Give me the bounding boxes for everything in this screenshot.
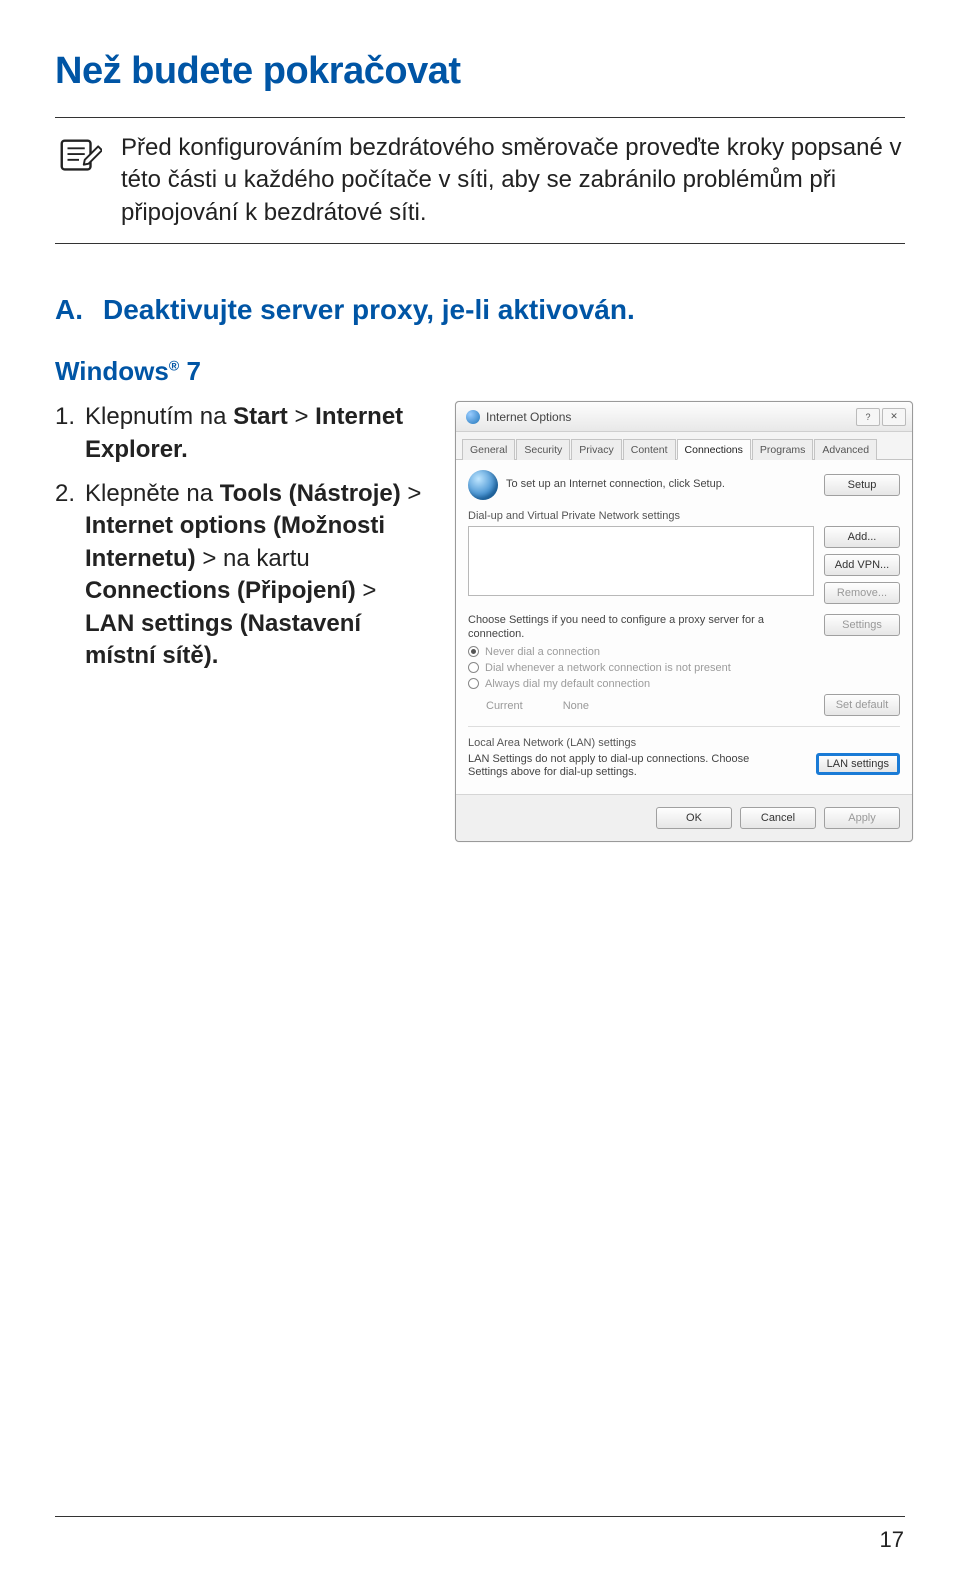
globe-icon: [466, 410, 480, 424]
lan-settings-button[interactable]: LAN settings: [816, 753, 900, 775]
cancel-button[interactable]: Cancel: [740, 807, 816, 829]
connections-pane: To set up an Internet connection, click …: [456, 460, 912, 794]
radio-icon: [468, 662, 479, 673]
current-value: None: [563, 700, 589, 712]
section-letter: A.: [55, 294, 83, 326]
tab-privacy[interactable]: Privacy: [571, 439, 621, 460]
radio-label: Always dial my default connection: [485, 678, 650, 690]
titlebar[interactable]: Internet Options ? ✕: [456, 402, 912, 432]
vpn-group-label: Dial-up and Virtual Private Network sett…: [468, 510, 900, 522]
tab-strip: General Security Privacy Content Connect…: [456, 432, 912, 460]
note-text: Před konfigurováním bezdrátového směrova…: [121, 132, 905, 229]
section-heading: A. Deaktivujte server proxy, je-li aktiv…: [55, 294, 905, 326]
radio-always-dial[interactable]: Always dial my default connection: [468, 678, 900, 690]
t: >: [356, 577, 377, 604]
add-button[interactable]: Add...: [824, 526, 900, 548]
t: Klepnutím na: [85, 403, 233, 430]
tab-programs[interactable]: Programs: [752, 439, 814, 460]
tab-connections[interactable]: Connections: [677, 439, 751, 460]
note-block: Před konfigurováním bezdrátového směrova…: [55, 117, 905, 244]
radio-icon: [468, 678, 479, 689]
current-label: Current: [486, 700, 523, 712]
tab-advanced[interactable]: Advanced: [814, 439, 877, 460]
settings-button[interactable]: Settings: [824, 614, 900, 636]
step-body: Klepněte na Tools (Nástroje) > Internet …: [85, 478, 425, 672]
globe-icon: [468, 470, 498, 500]
internet-options-dialog: Internet Options ? ✕ General Security Pr…: [455, 401, 913, 842]
tab-content[interactable]: Content: [623, 439, 676, 460]
close-icon[interactable]: ✕: [882, 408, 906, 426]
os-label: Windows® 7: [55, 356, 905, 387]
section-title: Deaktivujte server proxy, je-li aktivová…: [103, 294, 635, 326]
setup-text: To set up an Internet connection, click …: [506, 478, 725, 492]
connections-listbox[interactable]: [468, 526, 814, 596]
os-name: Windows: [55, 356, 169, 386]
os-version: 7: [186, 356, 200, 386]
dialog-footer: OK Cancel Apply: [456, 794, 912, 841]
lan-text: LAN Settings do not apply to dial-up con…: [468, 753, 768, 781]
dialog-title: Internet Options: [486, 410, 571, 424]
step-2: 2. Klepněte na Tools (Nástroje) > Intern…: [55, 478, 425, 672]
radio-icon: [468, 646, 479, 657]
set-default-button[interactable]: Set default: [824, 694, 900, 716]
t: Tools (Nástroje): [220, 480, 401, 507]
radio-label: Dial whenever a network connection is no…: [485, 662, 731, 674]
radio-dial-when-absent[interactable]: Dial whenever a network connection is no…: [468, 662, 900, 674]
radio-never-dial[interactable]: Never dial a connection: [468, 646, 900, 658]
radio-label: Never dial a connection: [485, 646, 600, 658]
page-number: 17: [880, 1527, 904, 1553]
step-1: 1. Klepnutím na Start > Internet Explore…: [55, 401, 425, 466]
t: >: [288, 403, 315, 430]
setup-button[interactable]: Setup: [824, 474, 900, 496]
t: LAN settings (Nastavení místní sítě).: [85, 610, 361, 669]
footer-rule: [55, 1516, 905, 1517]
apply-button[interactable]: Apply: [824, 807, 900, 829]
t: Klepněte na: [85, 480, 220, 507]
proxy-text: Choose Settings if you need to configure…: [468, 614, 814, 642]
tab-security[interactable]: Security: [516, 439, 570, 460]
remove-button[interactable]: Remove...: [824, 582, 900, 604]
ok-button[interactable]: OK: [656, 807, 732, 829]
step-number: 2.: [55, 478, 75, 672]
t: >: [401, 480, 422, 507]
step-number: 1.: [55, 401, 75, 466]
help-icon[interactable]: ?: [856, 408, 880, 426]
lan-group-label: Local Area Network (LAN) settings: [468, 737, 900, 749]
steps-list: 1. Klepnutím na Start > Internet Explore…: [55, 401, 425, 684]
page-title: Než budete pokračovat: [55, 50, 905, 93]
t: > na kartu: [196, 545, 310, 572]
note-icon: [55, 132, 103, 180]
step-body: Klepnutím na Start > Internet Explorer.: [85, 401, 425, 466]
add-vpn-button[interactable]: Add VPN...: [824, 554, 900, 576]
t: Start: [233, 403, 288, 430]
t: Connections (Připojení): [85, 577, 356, 604]
tab-general[interactable]: General: [462, 439, 515, 460]
